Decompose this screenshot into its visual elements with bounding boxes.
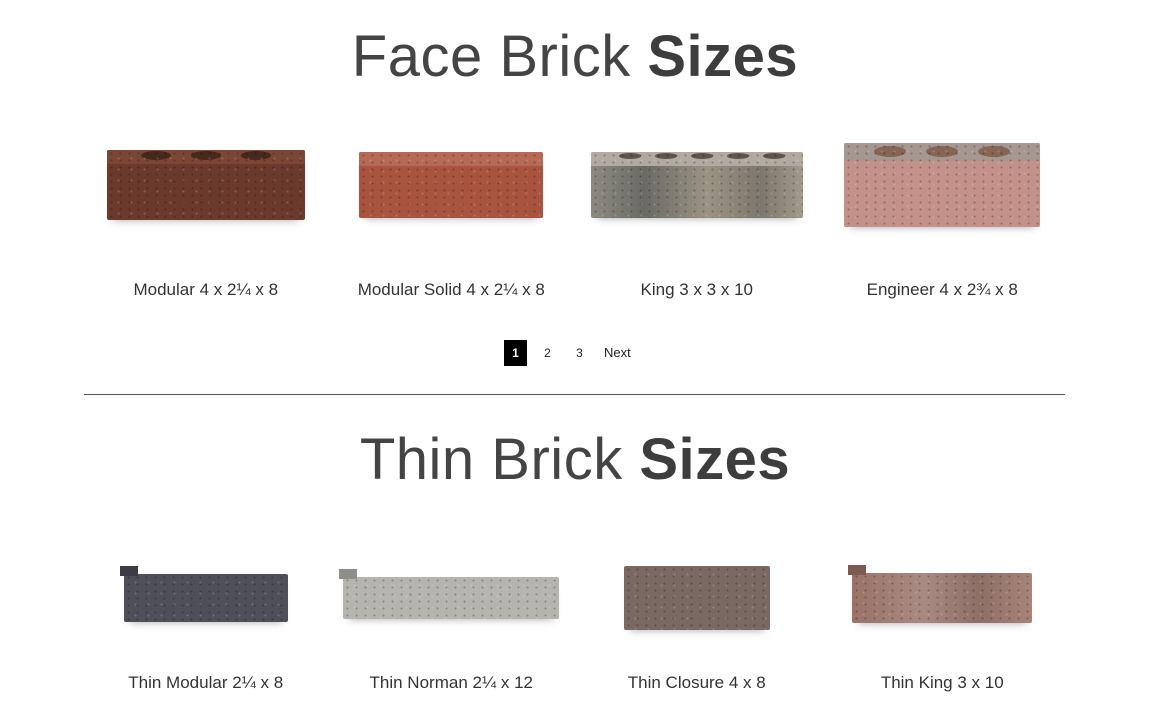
brick-image-king[interactable] <box>577 110 817 260</box>
face-brick-grid: Modular 4 x 2¼ x 8 Modular Solid 4 x 2¼ … <box>83 110 1065 300</box>
brick-image-modular[interactable] <box>86 110 326 260</box>
next-page-link[interactable]: Next <box>604 340 631 366</box>
section-divider <box>84 394 1065 395</box>
brick-image-thin-king[interactable] <box>822 540 1062 655</box>
page-1-button[interactable]: 1 <box>504 340 527 366</box>
page-2-button[interactable]: 2 <box>536 340 559 366</box>
product-label[interactable]: Thin Norman 2¼ x 12 <box>370 673 533 693</box>
pagination: 1 2 3 Next <box>504 340 631 366</box>
product-card-thin-king[interactable]: Thin King 3 x 10 <box>820 540 1066 693</box>
brick-image-engineer[interactable] <box>822 110 1062 260</box>
face-brick-title-light: Face Brick <box>351 24 631 89</box>
product-card-engineer[interactable]: Engineer 4 x 2¾ x 8 <box>820 110 1066 300</box>
brick-image-modular-solid[interactable] <box>331 110 571 260</box>
brick-image-thin-closure[interactable] <box>577 540 817 655</box>
product-label[interactable]: Engineer 4 x 2¾ x 8 <box>867 280 1018 300</box>
product-label[interactable]: Thin King 3 x 10 <box>881 673 1004 693</box>
product-label[interactable]: Modular 4 x 2¼ x 8 <box>133 280 278 300</box>
thin-brick-title: Thin Brick Sizes <box>0 431 1150 489</box>
brick-image-thin-modular[interactable] <box>86 540 326 655</box>
brick-image-thin-norman[interactable] <box>331 540 571 655</box>
thin-brick-title-bold: Sizes <box>639 427 791 492</box>
thin-brick-grid: Thin Modular 2¼ x 8 Thin Norman 2¼ x 12 … <box>83 540 1065 693</box>
face-brick-title-bold: Sizes <box>647 24 799 89</box>
page-3-button[interactable]: 3 <box>568 340 591 366</box>
face-brick-title: Face Brick Sizes <box>0 28 1150 86</box>
product-label[interactable]: Thin Closure 4 x 8 <box>628 673 766 693</box>
thin-brick-title-light: Thin Brick <box>359 427 623 492</box>
product-card-thin-closure[interactable]: Thin Closure 4 x 8 <box>574 540 820 693</box>
product-card-thin-modular[interactable]: Thin Modular 2¼ x 8 <box>83 540 329 693</box>
product-card-modular-solid[interactable]: Modular Solid 4 x 2¼ x 8 <box>329 110 575 300</box>
product-label[interactable]: King 3 x 3 x 10 <box>641 280 753 300</box>
product-card-modular[interactable]: Modular 4 x 2¼ x 8 <box>83 110 329 300</box>
product-label[interactable]: Thin Modular 2¼ x 8 <box>128 673 283 693</box>
product-label[interactable]: Modular Solid 4 x 2¼ x 8 <box>358 280 545 300</box>
product-card-king[interactable]: King 3 x 3 x 10 <box>574 110 820 300</box>
product-card-thin-norman[interactable]: Thin Norman 2¼ x 12 <box>329 540 575 693</box>
